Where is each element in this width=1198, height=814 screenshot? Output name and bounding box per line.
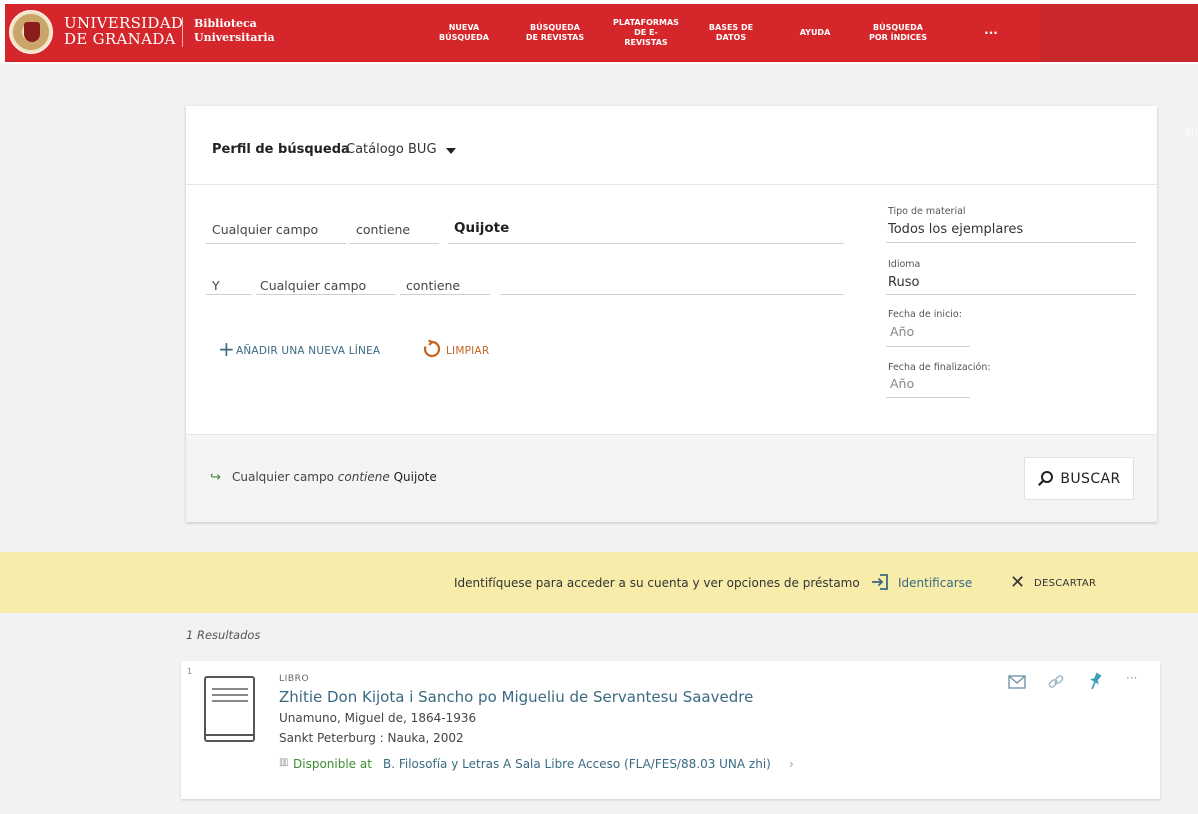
language-underline	[886, 294, 1136, 295]
row2-search-input[interactable]	[502, 270, 844, 300]
panel-divider	[186, 184, 1157, 185]
language-select[interactable]: Idioma Ruso	[888, 257, 1136, 297]
sign-in-icon	[872, 574, 888, 590]
row2-field-select[interactable]: Cualquier campo	[260, 270, 391, 300]
link-icon[interactable]	[1047, 673, 1065, 691]
end-year-underline	[886, 397, 970, 398]
search-button-label: BUSCAR	[1060, 470, 1121, 487]
row1-search-input[interactable]: Quijote	[454, 214, 844, 244]
nav-ayuda[interactable]: AYUDA	[787, 4, 843, 62]
nav-more-button[interactable]: ···	[971, 4, 1011, 62]
result-author: Unamuno, Miguel de, 1864-1936	[279, 711, 477, 725]
row1-input-underline	[448, 243, 844, 244]
shelf-icon: ▥	[279, 757, 289, 768]
summary-value: Quijote	[393, 470, 437, 484]
add-line-button[interactable]: + AÑADIR UNA NUEVA LÍNEA	[216, 338, 401, 364]
row2-operator-select[interactable]: Y	[212, 270, 242, 300]
language-label: Idioma	[888, 259, 921, 270]
clear-label: LIMPIAR	[446, 345, 490, 357]
nav-plataformas-e-revistas[interactable]: PLATAFORMAS DE E- REVISTAS	[603, 4, 689, 62]
end-year-input[interactable]: Año	[888, 374, 970, 396]
material-type-select[interactable]: Tipo de material Todos los ejemplares	[888, 204, 1136, 244]
chevron-right-icon: ›	[789, 757, 794, 771]
top-bar: UNIVERSIDAD DE GRANADA Biblioteca Univer…	[0, 0, 1198, 64]
availability-status: Disponible at	[293, 757, 372, 771]
reset-icon	[423, 339, 441, 358]
results-count: 1 Resultados	[186, 628, 261, 642]
material-type-value: Todos los ejemplares	[888, 222, 1024, 237]
row2-field-value: Cualquier campo	[260, 278, 367, 293]
material-type-label: Tipo de material	[888, 206, 966, 217]
summary-field: Cualquier campo	[232, 470, 334, 484]
advanced-search-panel: Perfil de búsqueda Catálogo BUG Cualquie…	[186, 106, 1157, 522]
result-title-link[interactable]: Zhitie Don Kijota i Sancho po Migueliu d…	[279, 688, 753, 706]
nav-busqueda-indices[interactable]: BÚSQUEDA POR ÍNDICES	[857, 4, 939, 62]
start-date-label: Fecha de inicio:	[888, 309, 962, 320]
result-item[interactable]: 1 LIBRO Zhitie Don Kijota i Sancho po Mi…	[181, 661, 1160, 799]
nav-bases-de-datos[interactable]: BASES DE DATOS	[699, 4, 763, 62]
availability-link[interactable]: ▥ Disponible at B. Filosofía y Letras A …	[279, 755, 799, 775]
row1-condition-underline	[349, 243, 439, 244]
plus-icon: +	[218, 337, 235, 361]
dismiss-label: DESCARTAR	[1034, 578, 1097, 589]
pin-icon[interactable]	[1087, 671, 1103, 691]
row1-field-value: Cualquier campo	[212, 222, 319, 237]
row2-condition-underline	[400, 294, 490, 295]
search-icon	[1038, 471, 1054, 486]
login-link[interactable]: Identificarse	[870, 570, 980, 596]
book-icon	[204, 676, 255, 742]
add-line-label: AÑADIR UNA NUEVA LÍNEA	[236, 345, 381, 357]
row2-field-underline	[256, 294, 396, 295]
nav-busqueda-revistas[interactable]: BÚSQUEDA DE REVISTAS	[515, 4, 595, 62]
end-date-label: Fecha de finalización:	[888, 362, 991, 373]
row2-input-underline	[500, 294, 844, 295]
summary-arrow-icon: ↪	[210, 470, 221, 485]
row1-field-select[interactable]: Cualquier campo	[212, 214, 343, 244]
availability-location: B. Filosofía y Letras A Sala Libre Acces…	[383, 757, 771, 771]
email-icon[interactable]	[1008, 675, 1026, 689]
more-actions-icon[interactable]: ···	[1126, 671, 1137, 685]
material-underline	[886, 242, 1136, 243]
search-button[interactable]: BUSCAR	[1024, 457, 1134, 500]
start-year-input[interactable]: Año	[888, 322, 970, 344]
row2-condition-select[interactable]: contiene	[406, 270, 491, 300]
row2-operator-value: Y	[212, 278, 220, 293]
result-publisher: Sankt Peterburg : Nauka, 2002	[279, 731, 464, 745]
language-value: Ruso	[888, 275, 920, 290]
row2-condition-value: contiene	[406, 278, 461, 293]
dismiss-button[interactable]: ✕ DESCARTAR	[1008, 570, 1108, 596]
start-year-placeholder: Año	[890, 324, 915, 339]
search-summary: Cualquier campo contiene Quijote	[232, 470, 437, 484]
search-profile-select[interactable]: Catálogo BUG	[336, 136, 466, 164]
login-label: Identificarse	[898, 576, 973, 590]
summary-condition: contiene	[337, 470, 390, 484]
chevron-down-icon	[446, 148, 456, 154]
search-profile-value: Catálogo BUG	[346, 142, 437, 157]
nav-nueva-busqueda[interactable]: NUEVA BÚSQUEDA	[429, 4, 499, 62]
end-year-placeholder: Año	[890, 376, 915, 391]
row1-condition-select[interactable]: contiene	[356, 214, 441, 244]
row1-search-value: Quijote	[454, 220, 510, 236]
login-prompt-bar: Identifíquese para acceder a su cuenta y…	[0, 552, 1198, 613]
main-nav: NUEVA BÚSQUEDA BÚSQUEDA DE REVISTAS PLAT…	[5, 4, 1198, 62]
offscreen-edge-text: BU	[1185, 128, 1198, 138]
search-profile-label: Perfil de búsqueda	[212, 142, 350, 157]
row1-condition-value: contiene	[356, 222, 411, 237]
close-icon: ✕	[1010, 572, 1026, 593]
login-prompt-message: Identifíquese para acceder a su cuenta y…	[454, 576, 860, 590]
row2-operator-underline	[206, 294, 252, 295]
start-year-underline	[886, 346, 970, 347]
clear-button[interactable]: LIMPIAR	[422, 338, 512, 364]
row1-field-underline	[206, 243, 346, 244]
result-index: 1	[187, 667, 193, 676]
result-type: LIBRO	[279, 674, 310, 684]
